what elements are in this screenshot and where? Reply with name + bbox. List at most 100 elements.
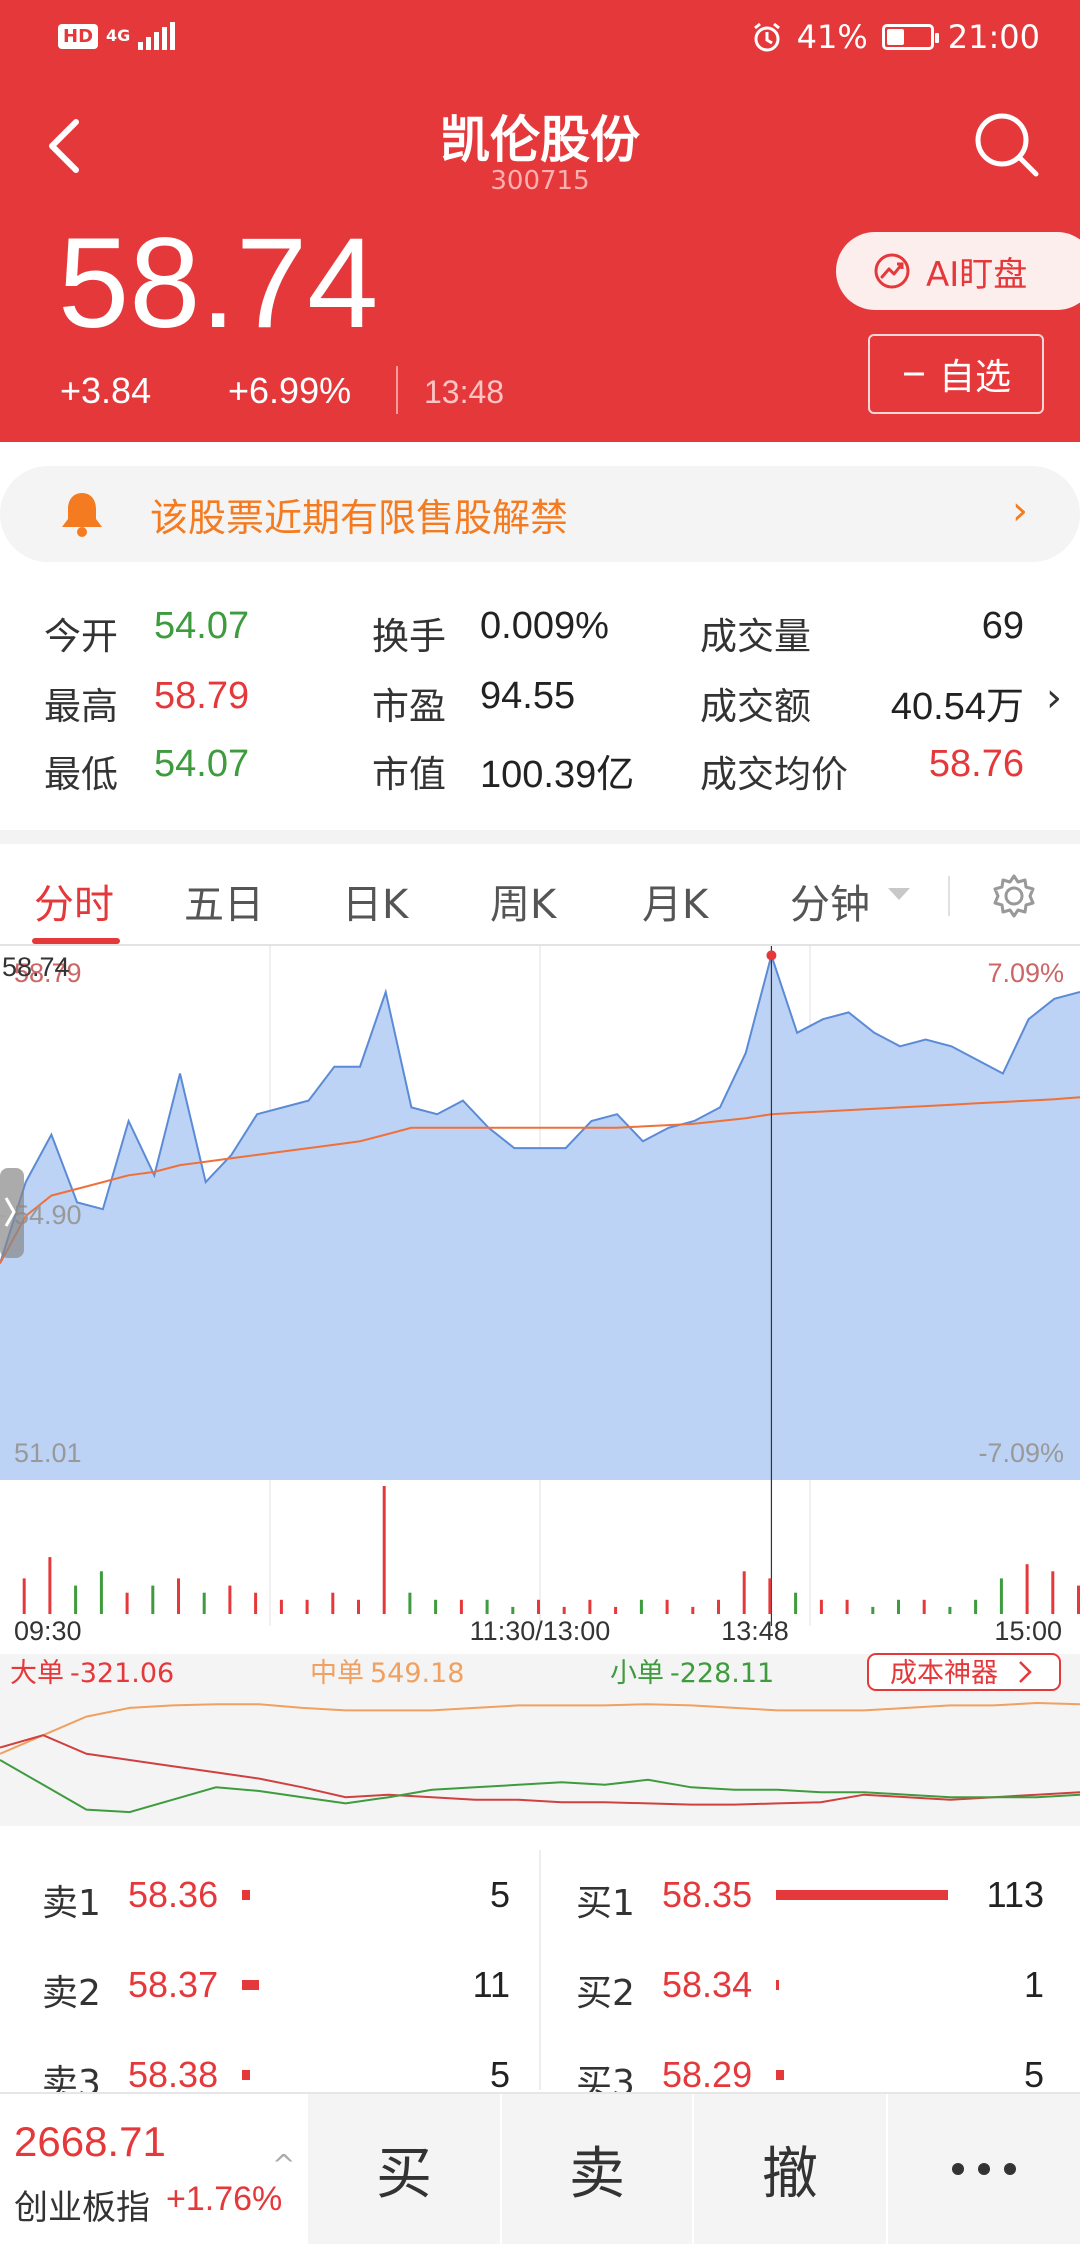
notice-text: 该股票近期有限售股解禁 [150,495,569,540]
unlock-notice-banner[interactable]: 该股票近期有限售股解禁 › [0,466,1080,562]
minus-icon [903,372,924,376]
volume-bar [1051,1571,1055,1614]
price-axis-bottom: 51.01 [14,1438,82,1468]
dropdown-caret-icon[interactable] [888,888,910,900]
buy-volume-bar [776,1980,779,1990]
volume-bar [74,1585,78,1614]
volume-bar [254,1592,258,1614]
index-value: 2668.71 [14,2118,166,2165]
volume-bar [434,1599,438,1614]
volume-bar [305,1599,309,1614]
big-order-label: 大单 -321.06 [10,1658,174,1689]
stock-name: 凯伦股份 [440,111,640,169]
buy-level-volume: 113 [986,1874,1044,1915]
volume-bar [742,1571,746,1614]
volume-bar [794,1592,798,1614]
chevron-right-icon: › [1012,488,1028,534]
buy-level-price[interactable]: 58.29 [662,2054,752,2096]
buy-button[interactable]: 买 [308,2094,500,2244]
chevron-up-icon: ^ [272,2148,296,2181]
index-name: 创业板指 [14,2188,150,2228]
remove-favorite-button[interactable]: 自选 [868,334,1044,414]
ai-watch-button[interactable]: AI盯盘 [836,232,1080,310]
battery-percent: 41% [796,18,868,56]
buy-level-price[interactable]: 58.34 [662,1964,752,2006]
stock-code: 300715 [490,166,590,196]
tab-0[interactable]: 分时 [34,872,114,930]
stat-value: 69 [981,605,1024,647]
search-icon[interactable] [970,108,1042,180]
stat-value: 58.76 [928,743,1024,785]
volume-bar [382,1486,386,1614]
stat-value: 58.79 [154,675,250,717]
sell-volume-bar [242,1890,250,1900]
stat-label: 成交均价 [700,753,848,796]
buy-level-volume: 5 [1023,2054,1044,2095]
volume-bar [588,1599,592,1614]
buy-level-label: 买1 [576,1883,635,1924]
buy-volume-bar [776,2070,784,2080]
volume-bar [871,1606,875,1614]
status-bar-left: HD 4G [58,22,176,50]
volume-bar [48,1557,52,1614]
stat-label: 最低 [44,753,118,796]
ai-watch-label: AI盯盘 [926,254,1028,295]
sell-level-price[interactable]: 58.37 [128,1964,218,2006]
quote-time: 13:48 [424,374,505,410]
buy-level-price[interactable]: 58.35 [662,1874,752,1916]
price-axis-mid: 54.90 [14,1200,82,1230]
volume-bar [1025,1564,1029,1614]
stock-detail-page: { "status_bar": { "hd": "HD", "network":… [0,0,1080,2244]
volume-bar [279,1599,283,1614]
tab-divider [948,876,950,916]
stat-value: 54.07 [154,743,250,785]
tab-2[interactable]: 日K [342,872,408,930]
sell-button[interactable]: 卖 [502,2094,692,2244]
cost-tool-button[interactable]: 成本神器 [867,1653,1061,1691]
time-label-crosshair: 13:48 [721,1616,789,1646]
cost-tool-label: 成本神器 [890,1658,998,1689]
mid-order-label: 中单 549.18 [310,1658,464,1689]
stat-label: 今开 [44,615,118,658]
tab-5[interactable]: 分钟 [790,872,870,930]
sell-level-price[interactable]: 58.38 [128,2054,218,2096]
bell-icon [62,493,102,537]
more-button[interactable] [888,2094,1080,2244]
time-label-close: 15:00 [994,1616,1062,1646]
pct-axis-bottom: -7.09% [978,1438,1064,1468]
chevron-right-icon[interactable]: › [1046,675,1062,721]
sell-volume-bar [242,1980,259,1990]
favorite-label: 自选 [938,357,1011,398]
stat-label: 最高 [44,685,118,728]
order-book-divider [539,1850,541,2090]
volume-bar [125,1592,129,1614]
volume-bar [922,1599,926,1614]
battery-icon [881,24,939,50]
volume-bar [459,1599,463,1614]
stat-label: 换手 [372,615,446,658]
index-change: +1.76% [166,2180,283,2218]
network-label: 4G [106,26,131,45]
gear-icon[interactable] [990,872,1038,920]
more-dots-icon [952,2163,1016,2175]
tab-3[interactable]: 周K [490,872,556,930]
pct-axis-top: 7.09% [987,958,1064,988]
volume-bar [639,1599,643,1614]
intraday-chart[interactable]: 58.79 58.74 54.90 51.01 7.09% -7.09% 09:… [0,946,1080,1826]
clock: 21:00 [947,18,1040,56]
volume-bar [151,1585,155,1614]
current-price: 58.74 [58,212,379,355]
stat-label: 市值 [372,753,446,796]
alarm-icon [753,22,780,52]
trend-chart-icon [874,253,910,289]
volume-bar [22,1578,26,1614]
stat-value: 40.54万 [890,686,1024,728]
cancel-order-button[interactable]: 撤 [694,2094,886,2244]
tab-4[interactable]: 月K [642,872,708,930]
stat-value: 100.39亿 [480,754,635,796]
sell-level-label: 卖1 [42,1883,101,1924]
tab-1[interactable]: 五日 [184,872,264,930]
sell-level-price[interactable]: 58.36 [128,1874,218,1916]
volume-bar [948,1606,952,1614]
header-divider [396,366,398,414]
